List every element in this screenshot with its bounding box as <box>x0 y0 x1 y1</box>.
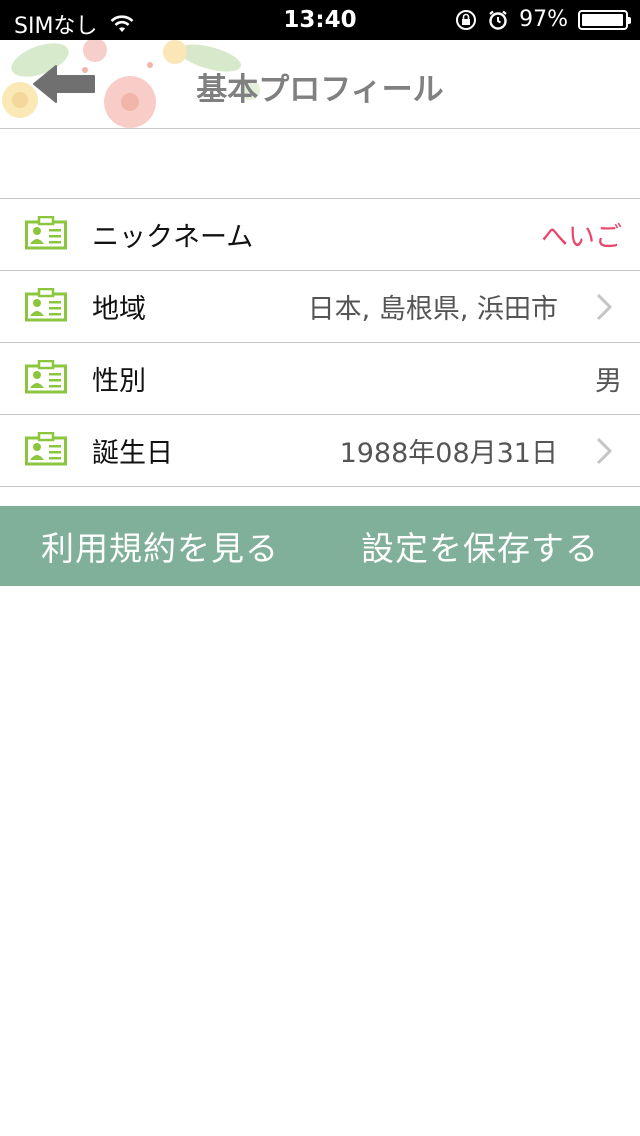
battery-level <box>582 13 623 26</box>
battery-icon <box>578 9 631 30</box>
battery-percent: 97% <box>519 7 568 32</box>
save-settings-button[interactable]: 設定を保存する <box>320 506 640 586</box>
gender-row[interactable]: 性別 男 <box>0 343 640 415</box>
nickname-row[interactable]: ニックネーム へいご <box>0 199 640 271</box>
region-label: 地域 <box>92 294 146 325</box>
nav-bar: 基本プロフィール <box>0 40 640 129</box>
chevron-right-icon <box>596 437 612 465</box>
page-title: 基本プロフィール <box>196 72 444 108</box>
chevron-right-icon <box>596 293 612 321</box>
birthday-label: 誕生日 <box>92 438 173 469</box>
rotation-lock-icon <box>456 9 477 30</box>
birthday-value: 1988年08月31日 <box>339 438 558 469</box>
region-value: 日本, 島根県, 浜田市 <box>307 294 558 325</box>
alarm-icon <box>489 10 507 30</box>
id-card-icon <box>25 432 67 466</box>
nickname-label: ニックネーム <box>92 222 254 253</box>
gender-value: 男 <box>595 366 622 397</box>
action-bar: 利用規約を見る 設定を保存する <box>0 506 640 586</box>
gender-label: 性別 <box>92 366 146 397</box>
profile-list: ニックネーム へいご 地域 日本, 島根県, 浜田市 性別 男 誕生日 1988… <box>0 198 640 487</box>
id-card-icon <box>25 216 67 250</box>
status-right: 97% <box>455 7 631 32</box>
region-row[interactable]: 地域 日本, 島根県, 浜田市 <box>0 271 640 343</box>
id-card-icon <box>25 360 67 394</box>
id-card-icon <box>25 288 67 322</box>
nickname-value: へいご <box>541 222 622 253</box>
view-terms-button[interactable]: 利用規約を見る <box>0 506 320 586</box>
birthday-row[interactable]: 誕生日 1988年08月31日 <box>0 415 640 487</box>
status-bar: SIMなし 13:40 97% <box>0 0 640 40</box>
